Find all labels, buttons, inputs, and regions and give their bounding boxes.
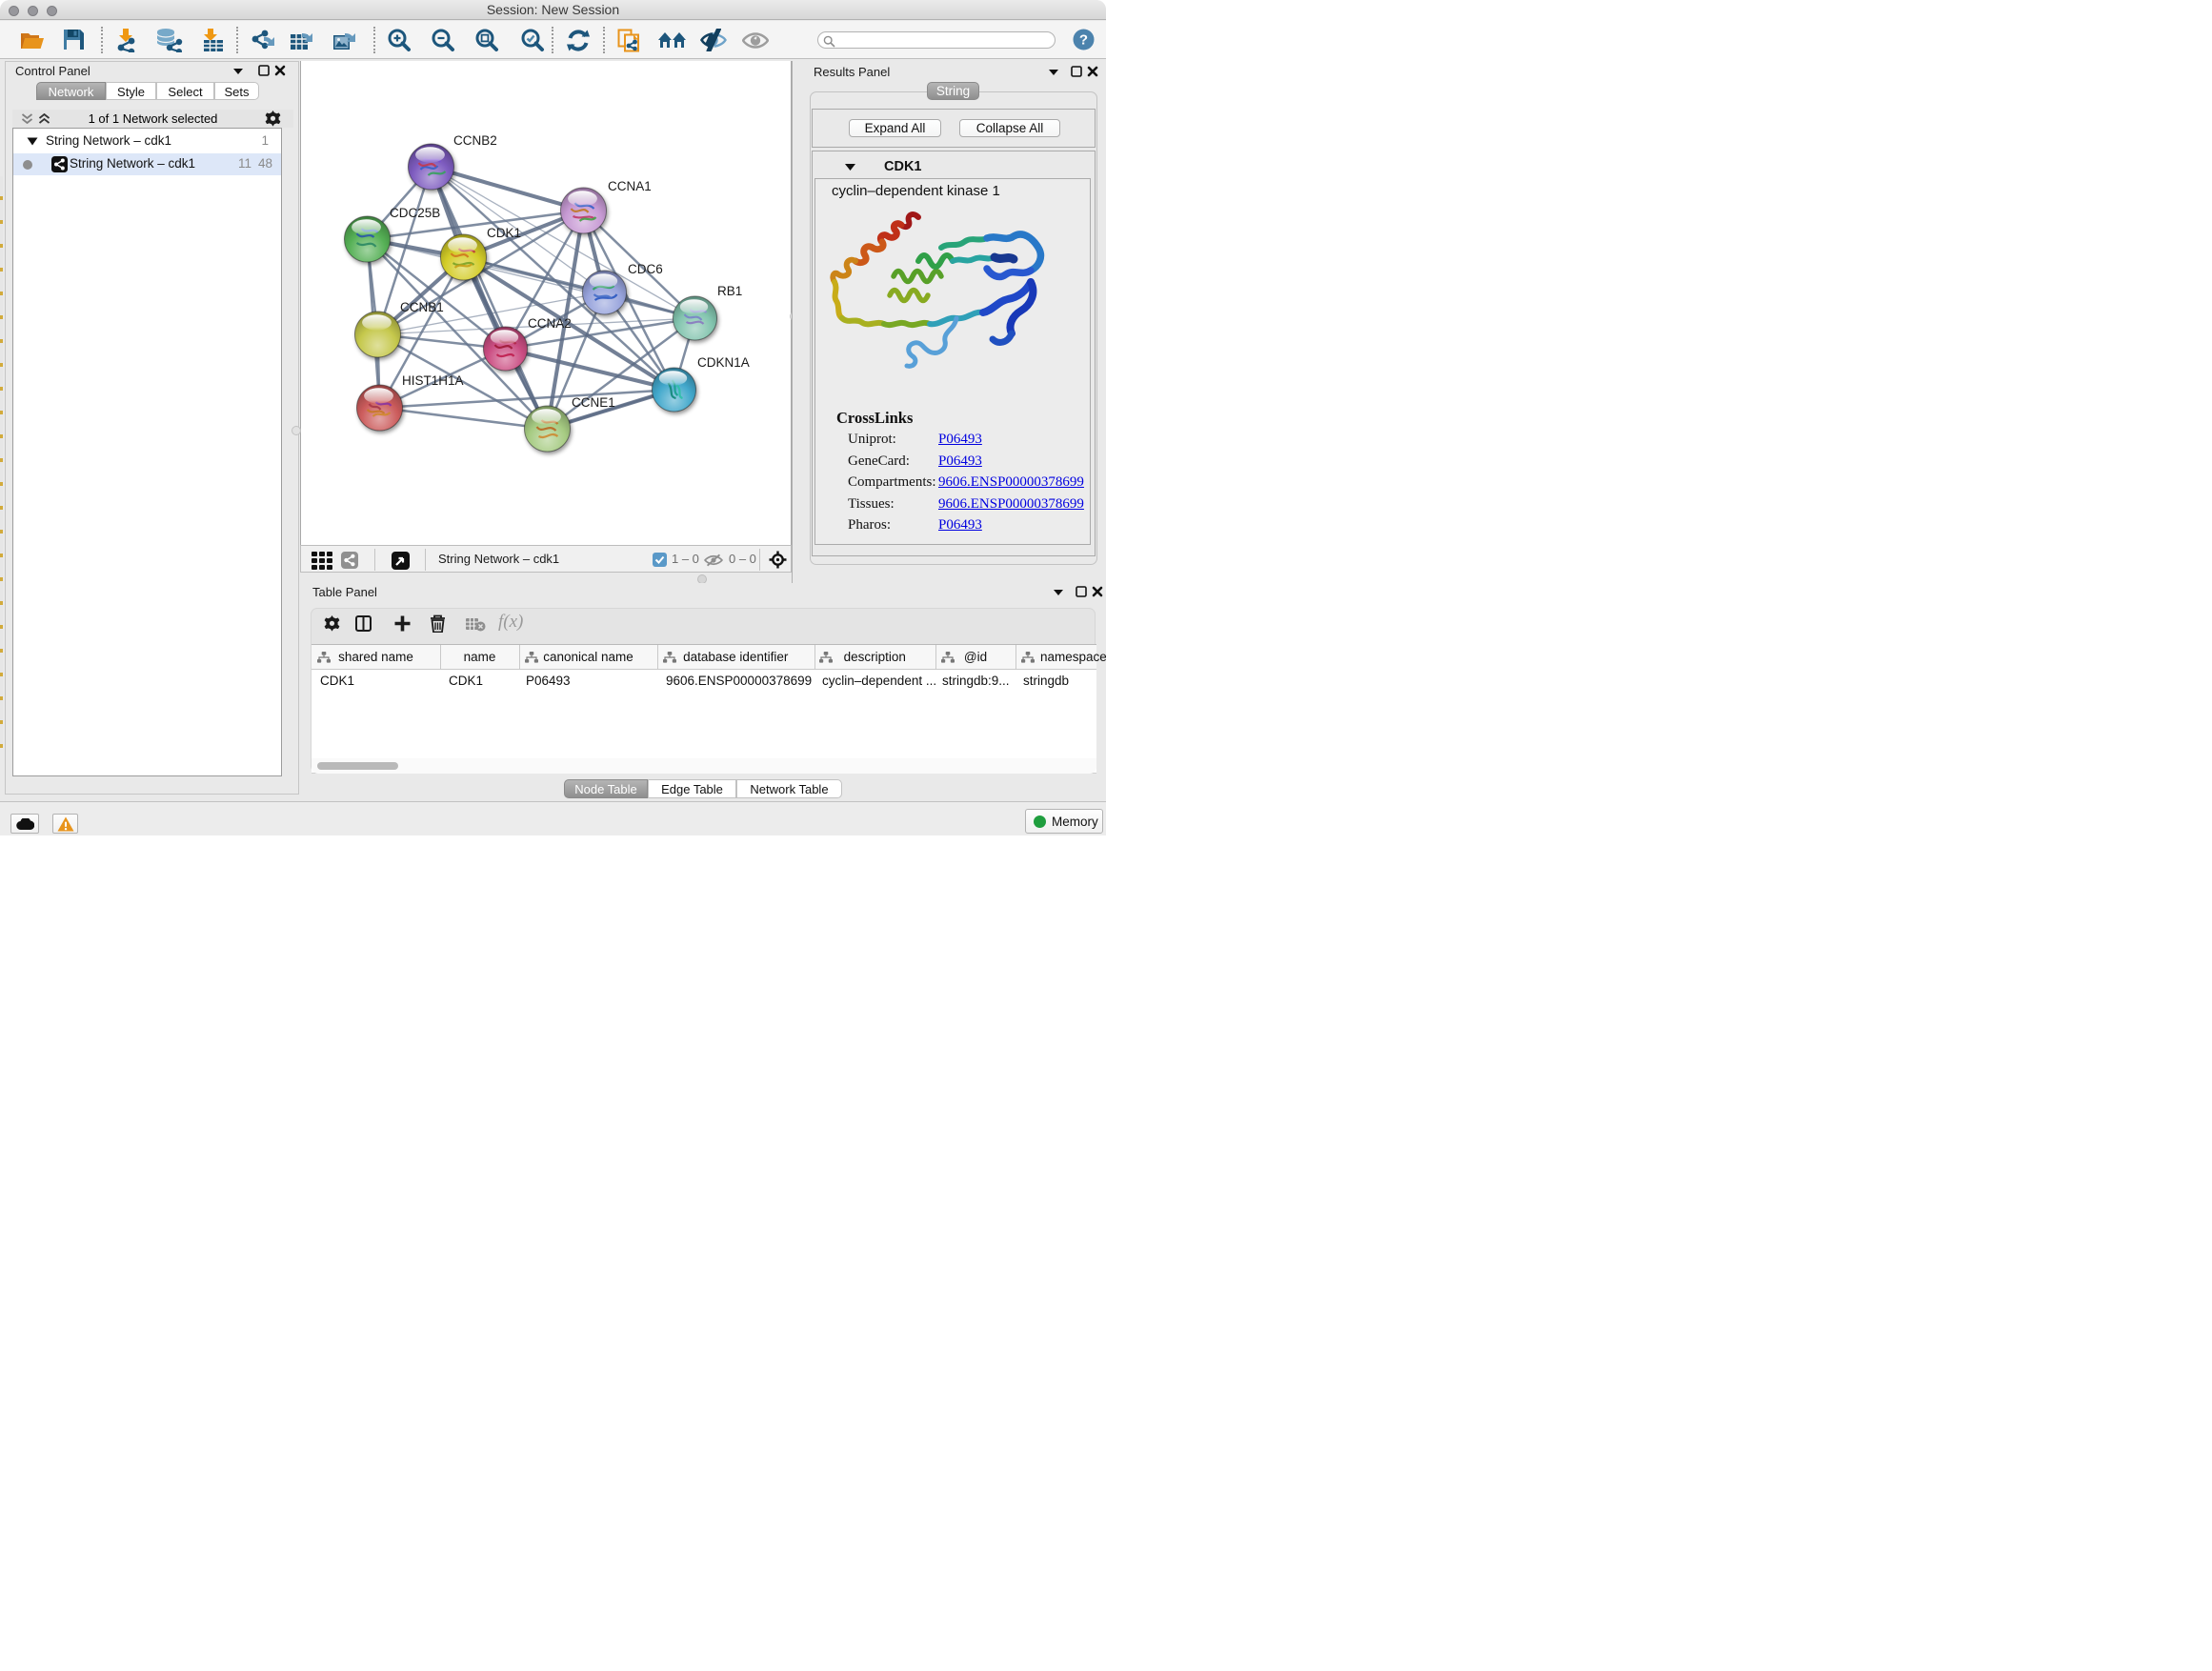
svg-text:CCNA2: CCNA2 bbox=[528, 316, 572, 331]
svg-text:CDK1: CDK1 bbox=[487, 226, 521, 240]
svg-text:CDC25B: CDC25B bbox=[390, 206, 440, 220]
svg-text:CCNB1: CCNB1 bbox=[400, 300, 444, 314]
svg-text:CCNE1: CCNE1 bbox=[572, 395, 615, 410]
svg-text:CCNB2: CCNB2 bbox=[453, 133, 497, 148]
svg-text:CCNA1: CCNA1 bbox=[608, 179, 652, 193]
svg-text:CDKN1A: CDKN1A bbox=[697, 355, 750, 370]
svg-text:?: ? bbox=[1079, 32, 1088, 49]
svg-text:CDC6: CDC6 bbox=[628, 262, 663, 276]
svg-text:HIST1H1A: HIST1H1A bbox=[402, 373, 464, 388]
svg-text:RB1: RB1 bbox=[717, 284, 742, 298]
